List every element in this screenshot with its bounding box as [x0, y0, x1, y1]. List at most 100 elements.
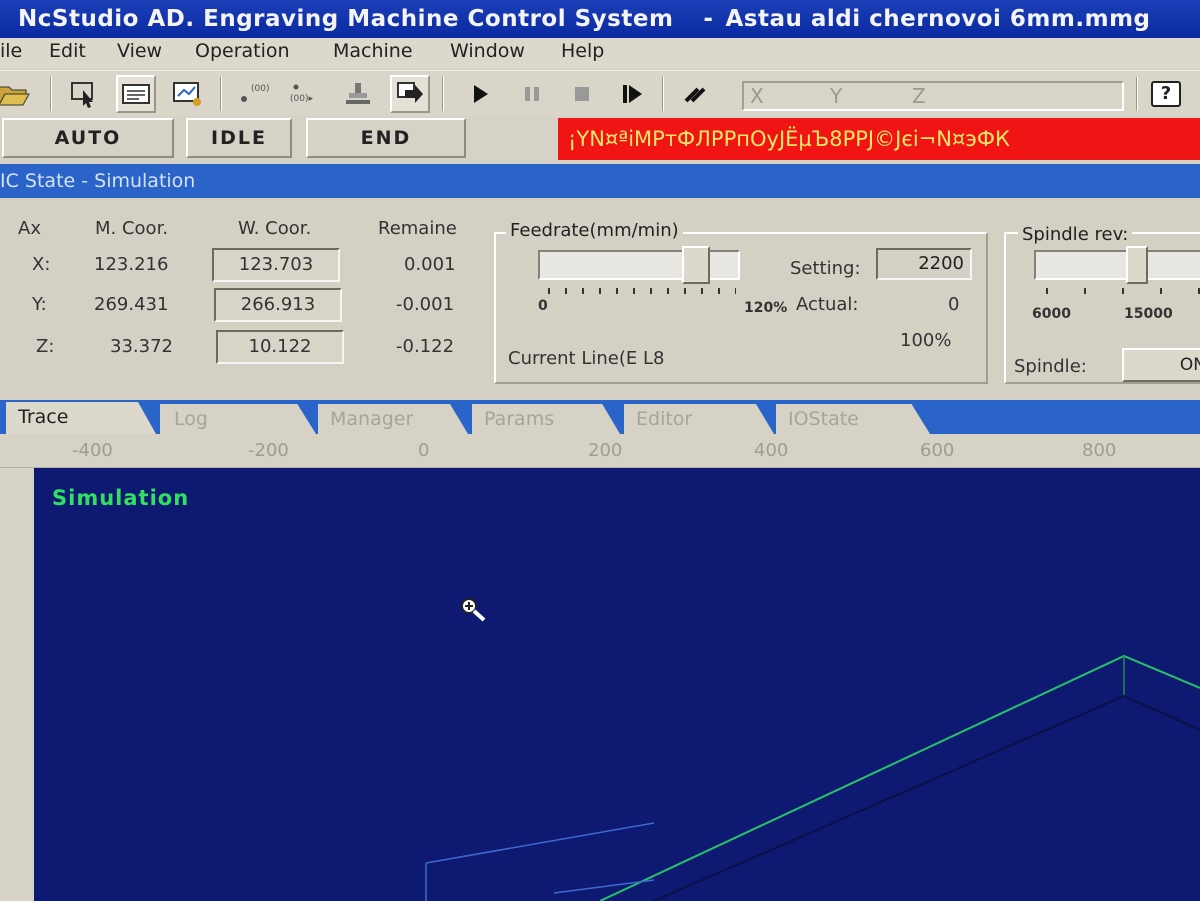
spindle-ticks — [1046, 288, 1200, 294]
svg-text:(00)▸: (00)▸ — [290, 94, 313, 104]
axis-header: Ax — [18, 218, 41, 239]
ruler-label: 800 — [1082, 440, 1117, 461]
tab-manager[interactable]: Manager — [318, 404, 468, 434]
axis-y-remain: -0.001 — [396, 294, 455, 315]
work-coord-header: W. Coor. — [238, 218, 312, 239]
toolpath-edge — [599, 654, 1200, 901]
menu-file[interactable]: ile — [0, 40, 22, 62]
spindle-mid-label: 15000 — [1124, 306, 1173, 322]
folder-open-icon — [0, 86, 30, 106]
setting-label: Setting: — [790, 258, 861, 279]
current-line: Current Line(E L8 — [508, 348, 665, 369]
text-window-icon — [122, 84, 150, 104]
ruler-label: 200 — [588, 440, 623, 461]
spindle-slider[interactable] — [1034, 250, 1200, 280]
app-title: NcStudio AD. Engraving Machine Control S… — [18, 6, 674, 32]
tool-calibrate-button[interactable] — [338, 75, 378, 113]
panel-title-bar: IC State - Simulation — [0, 164, 1200, 198]
double-slash-icon — [684, 87, 706, 103]
program-indicator: END — [306, 118, 466, 158]
axis-y-work[interactable]: 266.913 — [214, 288, 342, 322]
horizontal-ruler: -400 -200 0 200 400 600 800 — [0, 434, 1200, 468]
axis-z-label: Z: — [36, 336, 55, 357]
axis-x-label: X: — [32, 254, 51, 275]
stop-icon — [575, 87, 589, 101]
toolbar: (00) (00)▸ X Y Z ? — [0, 70, 1200, 116]
actual-label: Actual: — [796, 294, 859, 315]
menu-edit[interactable]: Edit — [49, 40, 86, 62]
app-window: NcStudio AD. Engraving Machine Control S… — [0, 0, 1200, 901]
feedrate-setting-value[interactable]: 2200 — [876, 248, 972, 280]
step-forward-icon — [623, 85, 642, 103]
ruler-label: -200 — [248, 440, 289, 461]
ruler-label: 0 — [418, 440, 430, 461]
state-indicator: IDLE — [186, 118, 292, 158]
alarm-message: ¡YN¤ªiMPтФЛРРпОуJЁµЪ8РРJ©Jєi¬N¤эФК — [558, 118, 1200, 160]
start-button[interactable] — [460, 75, 500, 113]
axis-y-label: Y: — [32, 294, 47, 315]
toolpath-edge — [553, 879, 655, 894]
coordinate-entry[interactable]: X Y Z — [742, 81, 1124, 111]
breakpoint-button[interactable] — [676, 75, 716, 113]
axis-z-work[interactable]: 10.122 — [216, 330, 344, 364]
axis-x-machine: 123.216 — [94, 254, 169, 275]
feedrate-slider-thumb[interactable] — [682, 246, 711, 284]
feedrate-ticks — [548, 288, 736, 294]
menu-machine[interactable]: Machine — [333, 40, 413, 62]
tab-trace[interactable]: Trace — [6, 402, 156, 434]
spindle-slider-thumb[interactable] — [1126, 246, 1149, 284]
remain-header: Remaine — [378, 218, 457, 239]
go-origin-button[interactable]: (00)▸ — [286, 75, 326, 113]
simulate-view-button[interactable] — [168, 75, 208, 113]
vertical-ruler — [0, 468, 34, 901]
axis-x-remain: 0.001 — [404, 254, 456, 275]
coord-z-label: Z — [912, 84, 926, 108]
help-button[interactable]: ? — [1146, 75, 1186, 113]
pause-icon — [525, 87, 539, 101]
coord-y-label: Y — [830, 84, 843, 108]
select-button[interactable] — [64, 75, 104, 113]
feedrate-min-label: 0 — [538, 298, 548, 314]
open-file-button[interactable] — [0, 75, 34, 113]
menu-operation[interactable]: Operation — [195, 40, 290, 62]
preview-icon — [173, 82, 201, 106]
pause-button[interactable] — [512, 75, 552, 113]
simulation-view[interactable]: Simulation — [34, 468, 1200, 901]
ruler-label: -400 — [72, 440, 113, 461]
text-view-button[interactable] — [116, 75, 156, 113]
machine-coord-header: M. Coor. — [95, 218, 169, 239]
axis-z-machine: 33.372 — [110, 336, 173, 357]
stop-button[interactable] — [562, 75, 602, 113]
nc-state-panel: Ax M. Coor. W. Coor. Remaine X: 123.216 … — [0, 198, 1200, 398]
toolpath-edge — [425, 822, 655, 864]
tab-editor[interactable]: Editor — [624, 404, 774, 434]
menu-bar: ile Edit View Operation Machine Window H… — [0, 38, 1200, 68]
tab-iostate[interactable]: IOState — [776, 404, 930, 434]
tab-params[interactable]: Params — [472, 404, 620, 434]
go-origin-icon: (00)▸ — [290, 84, 313, 104]
file-name: Astau aldi chernovoi 6mm.mmg — [725, 6, 1151, 32]
origin-button[interactable]: (00) — [234, 75, 274, 113]
menu-view[interactable]: View — [117, 40, 162, 62]
step-button[interactable] — [612, 75, 652, 113]
arrow-stack-icon — [397, 82, 423, 103]
menu-window[interactable]: Window — [450, 40, 525, 62]
axis-x-work[interactable]: 123.703 — [212, 248, 340, 282]
svg-text:(00): (00) — [251, 84, 269, 94]
axis-y-machine: 269.431 — [94, 294, 169, 315]
panel-title: IC State - Simulation — [0, 170, 196, 192]
mode-indicator: AUTO — [2, 118, 174, 158]
ruler-label: 400 — [754, 440, 789, 461]
coord-x-label: X — [750, 84, 764, 108]
feedrate-actual-value: 0 — [948, 294, 960, 315]
tab-strip: Trace Log Manager Params Editor IOState — [0, 400, 1200, 434]
tab-log[interactable]: Log — [160, 404, 316, 434]
spindle-on-button[interactable]: ON — [1122, 348, 1200, 382]
play-icon — [474, 85, 488, 103]
advanced-start-button[interactable] — [390, 75, 430, 113]
set-origin-icon: (00) — [241, 84, 269, 102]
help-icon: ? — [1151, 81, 1181, 107]
spindle-title: Spindle rev: — [1018, 224, 1133, 245]
toolpath-shadow — [653, 694, 1200, 901]
menu-help[interactable]: Help — [561, 40, 604, 62]
